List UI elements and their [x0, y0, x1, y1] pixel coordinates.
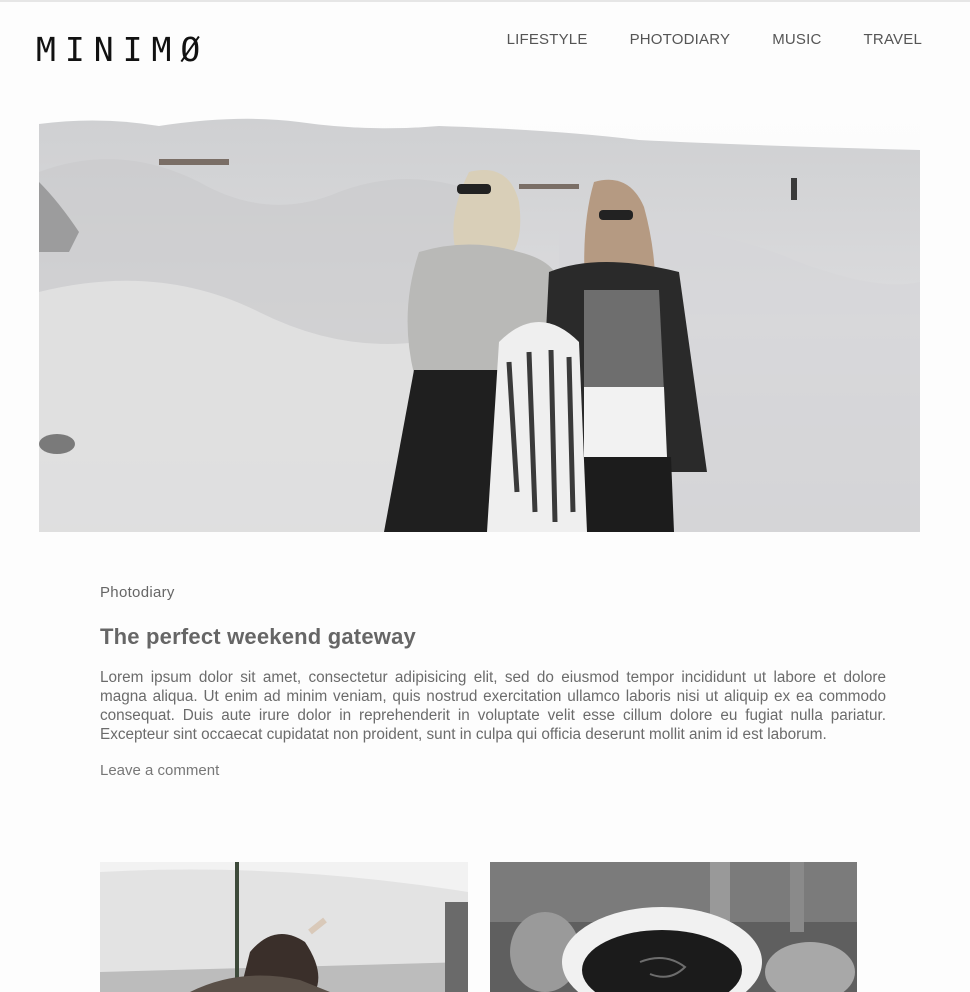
- thumbnail-photo-2: [490, 862, 857, 992]
- nav-item-photodiary[interactable]: PHOTODIARY: [630, 31, 731, 48]
- post-title[interactable]: The perfect weekend gateway: [100, 624, 886, 650]
- site-header: MINIMØ LIFESTYLE PHOTODIARY MUSIC TRAVEL: [0, 0, 970, 100]
- nav-item-travel[interactable]: TRAVEL: [864, 31, 922, 48]
- main-nav: LIFESTYLE PHOTODIARY MUSIC TRAVEL: [507, 31, 922, 48]
- hero-image[interactable]: [39, 112, 920, 532]
- site-logo[interactable]: MINIMØ: [36, 30, 209, 69]
- nav-item-lifestyle[interactable]: LIFESTYLE: [507, 31, 588, 48]
- thumbnail-post-1[interactable]: [100, 862, 468, 992]
- leave-comment-link[interactable]: Leave a comment: [100, 762, 219, 779]
- post-category[interactable]: Photodiary: [100, 584, 175, 601]
- nav-item-music[interactable]: MUSIC: [772, 31, 821, 48]
- hero-photo-illustration: [39, 112, 920, 532]
- thumbnail-post-2[interactable]: [490, 862, 857, 992]
- thumbnail-photo-1: [100, 862, 468, 992]
- post-thumbnails: [100, 862, 857, 992]
- post-excerpt: Lorem ipsum dolor sit amet, consectetur …: [100, 669, 886, 743]
- post-preview: Photodiary The perfect weekend gateway L…: [100, 584, 886, 780]
